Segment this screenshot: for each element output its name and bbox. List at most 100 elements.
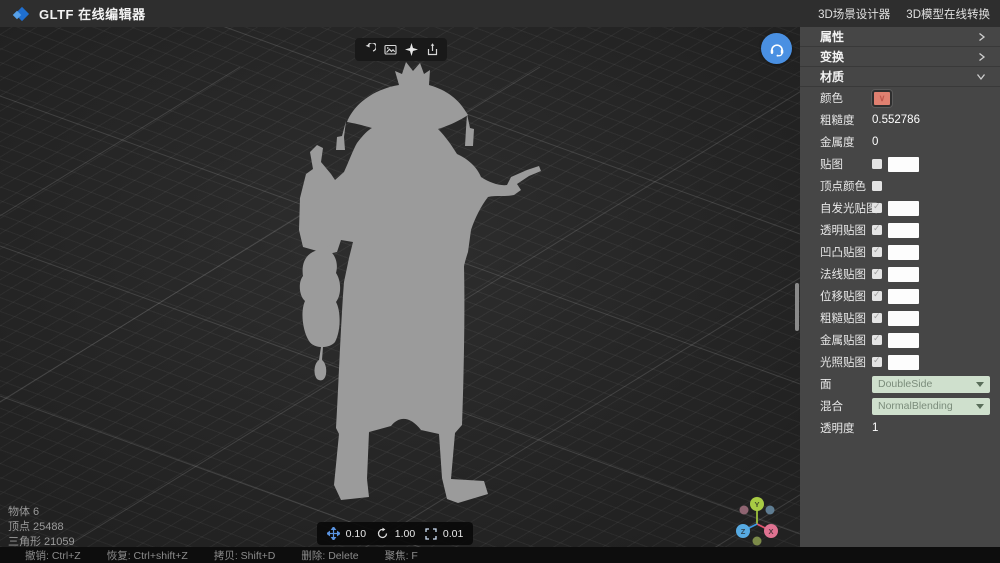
shortcut-duplicate: 拷贝: Shift+D — [214, 548, 276, 563]
nav-scene-designer[interactable]: 3D场景设计器 — [818, 6, 890, 22]
opacity-value[interactable]: 1 — [872, 422, 878, 434]
emissive-map-slot[interactable] — [888, 201, 919, 216]
bump-map-checkbox[interactable] — [872, 247, 882, 257]
field-emissive-map: 自发光贴图 — [800, 197, 1000, 219]
displacement-map-slot[interactable] — [888, 289, 919, 304]
sidebar-scrollbar[interactable] — [795, 283, 799, 331]
move-icon — [327, 527, 340, 540]
displacement-map-checkbox[interactable] — [872, 291, 882, 301]
field-roughness-map: 粗糙贴图 — [800, 307, 1000, 329]
shortcut-redo: 恢复: Ctrl+shift+Z — [107, 548, 188, 563]
axis-y-label: Y — [754, 500, 759, 509]
alpha-map-checkbox[interactable] — [872, 225, 882, 235]
chevron-right-icon — [977, 52, 986, 62]
snap-toolbar: 0.10 1.00 0.01 — [317, 522, 473, 545]
blending-select[interactable]: NormalBlending — [872, 398, 990, 415]
normal-map-checkbox[interactable] — [872, 269, 882, 279]
metalness-map-slot[interactable] — [888, 333, 919, 348]
top-nav: 3D场景设计器 3D模型在线转换 — [818, 6, 1000, 22]
gourd-tassel — [315, 347, 327, 380]
rotate-icon — [376, 527, 389, 540]
roughness-map-checkbox[interactable] — [872, 313, 882, 323]
headset-icon — [768, 40, 786, 58]
stat-triangles: 三角形 21059 — [8, 535, 75, 547]
field-emissive-map-label: 自发光贴图 — [820, 200, 878, 216]
bump-map-slot[interactable] — [888, 245, 919, 260]
hat-tassel-left — [336, 121, 346, 150]
map-checkbox[interactable] — [872, 159, 882, 169]
roughness-map-slot[interactable] — [888, 311, 919, 326]
viewport-toolbar — [355, 38, 447, 61]
section-transform[interactable]: 变换 — [800, 47, 1000, 67]
vertex-colors-checkbox[interactable] — [872, 181, 882, 191]
focus-icon[interactable] — [403, 41, 420, 58]
map-texture-slot[interactable] — [888, 157, 919, 172]
metalness-value[interactable]: 0 — [872, 136, 878, 148]
scale-icon — [425, 528, 437, 540]
rotate-snap[interactable]: 1.00 — [376, 527, 415, 540]
properties-sidebar: 属性 变换 材质 颜色 ∨ 粗糙度 0.552786 金属度 0 贴图 顶点颜色 — [800, 27, 1000, 547]
alpha-map-slot[interactable] — [888, 223, 919, 238]
rotate-snap-value: 1.00 — [395, 528, 415, 540]
chevron-right-icon — [977, 32, 986, 42]
field-color-label: 颜色 — [820, 90, 843, 106]
field-light-map-label: 光照贴图 — [820, 354, 866, 370]
field-roughness: 粗糙度 0.552786 — [800, 109, 1000, 131]
field-vertex-colors-label: 顶点颜色 — [820, 178, 866, 194]
metalness-map-checkbox[interactable] — [872, 335, 882, 345]
section-material-label: 材质 — [820, 68, 844, 85]
field-displacement-map: 位移贴图 — [800, 285, 1000, 307]
axis-x-label: X — [768, 527, 773, 536]
section-properties-label: 属性 — [820, 28, 844, 45]
field-roughness-map-label: 粗糙贴图 — [820, 310, 866, 326]
dropdown-arrow-icon — [976, 404, 984, 409]
shortcut-undo: 撤销: Ctrl+Z — [25, 548, 81, 563]
field-roughness-label: 粗糙度 — [820, 112, 855, 128]
support-button[interactable] — [761, 33, 792, 64]
screenshot-icon[interactable] — [382, 41, 399, 58]
field-normal-map-label: 法线贴图 — [820, 266, 866, 282]
field-blending: 混合 NormalBlending — [800, 395, 1000, 417]
reload-model-icon[interactable] — [361, 41, 378, 58]
section-material[interactable]: 材质 — [800, 67, 1000, 87]
scale-snap[interactable]: 0.01 — [425, 528, 463, 540]
axis-z-label: Z — [741, 527, 746, 536]
shortcut-delete: 删除: Delete — [301, 548, 358, 563]
section-transform-label: 变换 — [820, 48, 844, 65]
roughness-value[interactable]: 0.552786 — [872, 114, 920, 126]
normal-map-slot[interactable] — [888, 267, 919, 282]
axis-neg-y-ball[interactable] — [753, 537, 762, 546]
field-metalness-map: 金属贴图 — [800, 329, 1000, 351]
light-map-checkbox[interactable] — [872, 357, 882, 367]
scene-canvas — [0, 27, 800, 547]
side-select[interactable]: DoubleSide — [872, 376, 990, 393]
export-icon[interactable] — [424, 41, 441, 58]
logo-icon — [14, 6, 30, 22]
color-swatch[interactable]: ∨ — [872, 90, 892, 107]
nav-model-converter[interactable]: 3D模型在线转换 — [906, 6, 990, 22]
axis-gizmo[interactable]: Y X Z — [718, 483, 798, 547]
3d-viewport[interactable]: 物体 6 顶点 25488 三角形 21059 0.10 1.00 0.01 — [0, 27, 800, 547]
field-vertex-colors: 顶点颜色 — [800, 175, 1000, 197]
field-displacement-map-label: 位移贴图 — [820, 288, 866, 304]
axis-neg-x-ball[interactable] — [740, 506, 749, 515]
axis-neg-z-ball[interactable] — [766, 506, 775, 515]
section-properties[interactable]: 属性 — [800, 27, 1000, 47]
chevron-down-icon — [976, 72, 986, 81]
field-color: 颜色 ∨ — [800, 87, 1000, 109]
stat-objects: 物体 6 — [8, 505, 75, 520]
light-map-slot[interactable] — [888, 355, 919, 370]
shortcut-focus: 聚焦: F — [385, 548, 418, 563]
translate-snap[interactable]: 0.10 — [327, 527, 366, 540]
field-bump-map-label: 凹凸贴图 — [820, 244, 866, 260]
field-alpha-map-label: 透明贴图 — [820, 222, 866, 238]
app-title: GLTF 在线编辑器 — [39, 4, 146, 23]
app-logo: GLTF 在线编辑器 — [0, 4, 146, 23]
field-metalness-map-label: 金属贴图 — [820, 332, 866, 348]
emissive-map-checkbox[interactable] — [872, 203, 882, 213]
scale-snap-value: 0.01 — [443, 528, 463, 540]
field-bump-map: 凹凸贴图 — [800, 241, 1000, 263]
field-light-map: 光照贴图 — [800, 351, 1000, 373]
top-bar: GLTF 在线编辑器 3D场景设计器 3D模型在线转换 — [0, 0, 1000, 27]
field-alpha-map: 透明贴图 — [800, 219, 1000, 241]
